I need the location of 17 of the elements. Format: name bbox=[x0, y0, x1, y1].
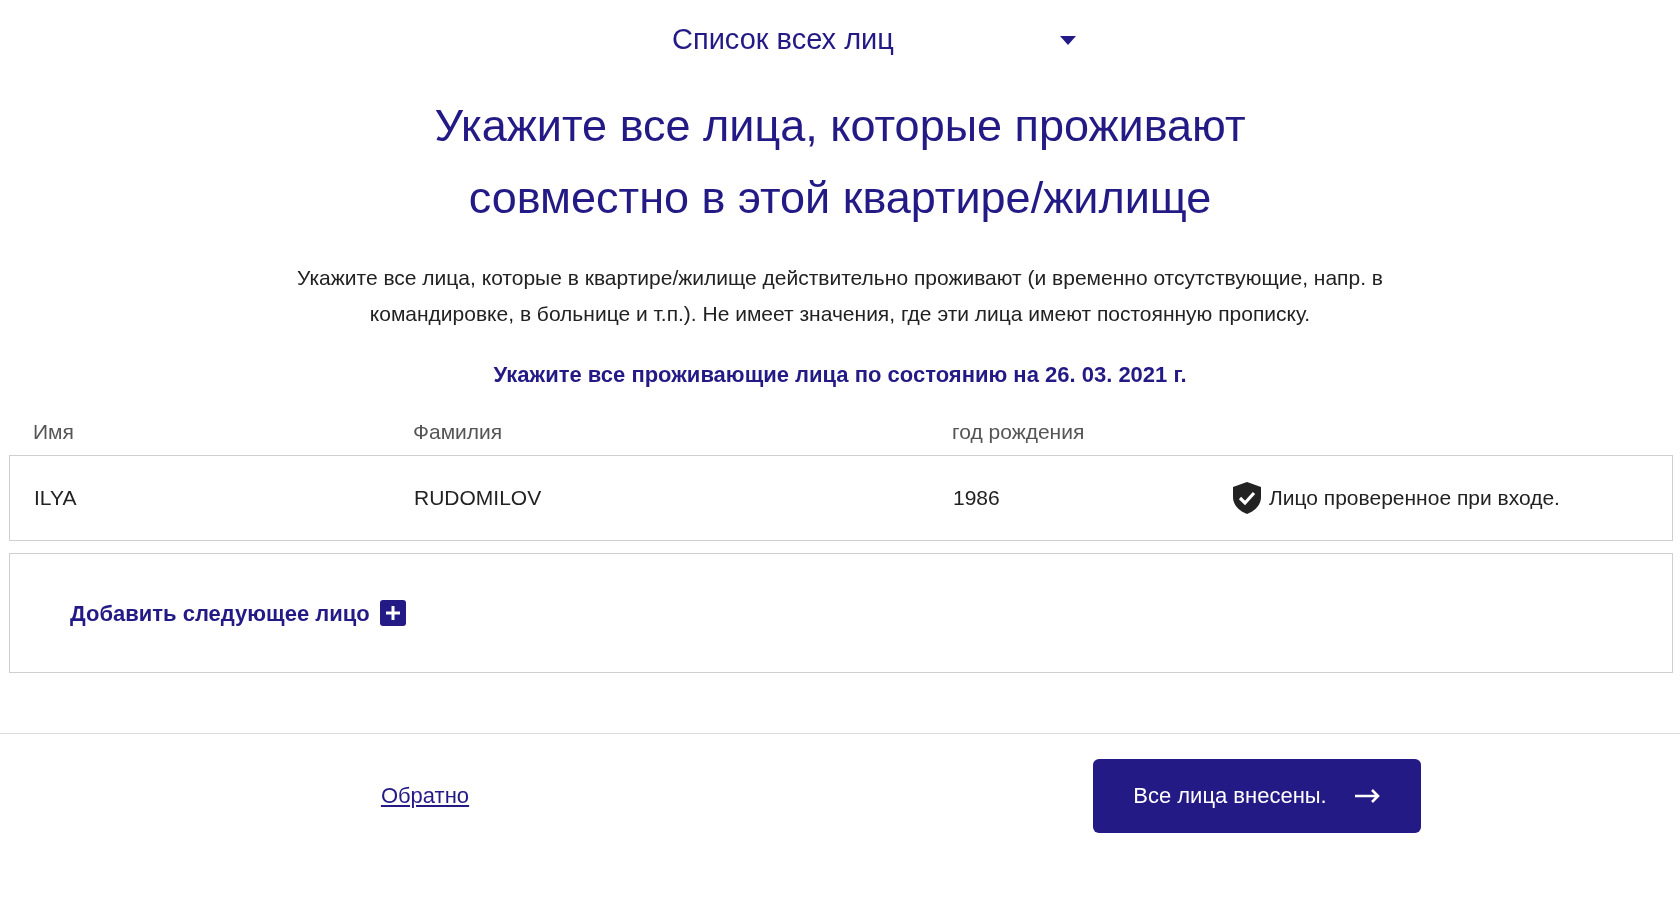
plus-icon bbox=[379, 600, 406, 626]
page-heading: Укажите все лица, которые проживают совместно в этой квартире/жилище bbox=[433, 99, 1247, 225]
column-header: Фамилия bbox=[413, 420, 503, 444]
date-notice: Укажите все проживающие лица по состоянию на 26. 03. 2021 г. bbox=[493, 361, 1187, 389]
description-text: Укажите все лица, которые в квартире/жилище действительно проживают (и временно отсутствующие, напр. в командировке, в больнице и т.п.). Не имеет значения, где эти лица имеют постоянную прописку. bbox=[296, 265, 1384, 327]
verification-status: Лицо проверенное при входе. bbox=[1269, 485, 1560, 512]
arrow-right-icon bbox=[1354, 788, 1381, 803]
first-name: ILYA bbox=[34, 486, 77, 510]
back-link[interactable]: Обратно bbox=[380, 779, 470, 812]
birth-year: 1986 bbox=[953, 486, 1000, 510]
last-name: RUDOMILOV bbox=[414, 486, 542, 510]
caret-icon bbox=[1060, 35, 1076, 45]
column-header: Имя bbox=[33, 420, 74, 444]
submit-button[interactable]: Все лица внесены. bbox=[1093, 758, 1421, 833]
list-dropdown[interactable]: Список всех лиц bbox=[670, 20, 1080, 60]
add-person-button[interactable]: Добавить следующее лицо bbox=[70, 596, 406, 630]
column-header: год рождения bbox=[952, 420, 1085, 444]
